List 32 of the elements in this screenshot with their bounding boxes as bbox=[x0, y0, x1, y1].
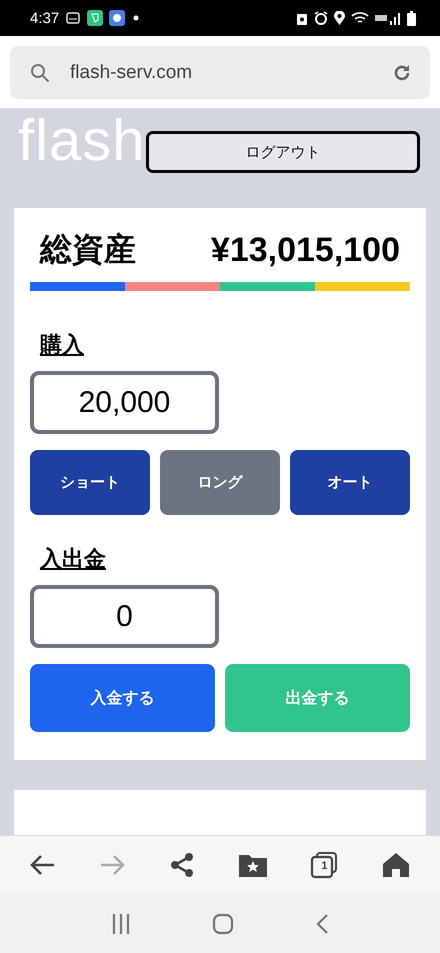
lock-icon bbox=[296, 11, 308, 25]
logout-button[interactable]: ログアウト bbox=[146, 131, 420, 173]
location-icon bbox=[334, 11, 345, 25]
chat-app-icon bbox=[87, 10, 104, 26]
back-icon[interactable] bbox=[315, 912, 330, 934]
battery-icon bbox=[407, 10, 416, 26]
trade-button[interactable]: ロング bbox=[160, 450, 280, 515]
bookmark-folder-icon[interactable] bbox=[238, 853, 267, 877]
wifi-icon bbox=[351, 11, 369, 25]
home-icon[interactable] bbox=[382, 852, 410, 878]
back-arrow-icon[interactable] bbox=[30, 854, 56, 876]
clock-time: 4:37 bbox=[30, 10, 60, 26]
recent-apps-icon[interactable] bbox=[110, 912, 131, 934]
section-heading: 入出金 bbox=[40, 546, 107, 574]
trade-button[interactable]: オート bbox=[290, 450, 410, 515]
section-heading: 購入 bbox=[40, 332, 85, 360]
reload-icon[interactable] bbox=[392, 62, 412, 82]
alarm-icon bbox=[314, 11, 328, 25]
dot-icon bbox=[131, 13, 142, 23]
signal-icon bbox=[375, 11, 401, 25]
amount-field[interactable]: 0 bbox=[30, 585, 219, 648]
trade-button[interactable]: ショート bbox=[30, 450, 150, 515]
notification-icon bbox=[65, 10, 82, 26]
address-field[interactable]: flash-serv.com bbox=[10, 46, 430, 99]
home-button-icon[interactable] bbox=[212, 912, 234, 934]
mail-app-icon bbox=[109, 10, 126, 26]
amount-field[interactable]: 20,000 bbox=[30, 371, 219, 434]
share-icon[interactable] bbox=[169, 852, 196, 878]
total-assets-value: ¥13,015,100 bbox=[210, 230, 400, 270]
total-assets-label: 総資産 bbox=[40, 229, 136, 270]
deposit-button[interactable]: 入金する bbox=[30, 664, 215, 732]
search-icon bbox=[30, 62, 50, 82]
